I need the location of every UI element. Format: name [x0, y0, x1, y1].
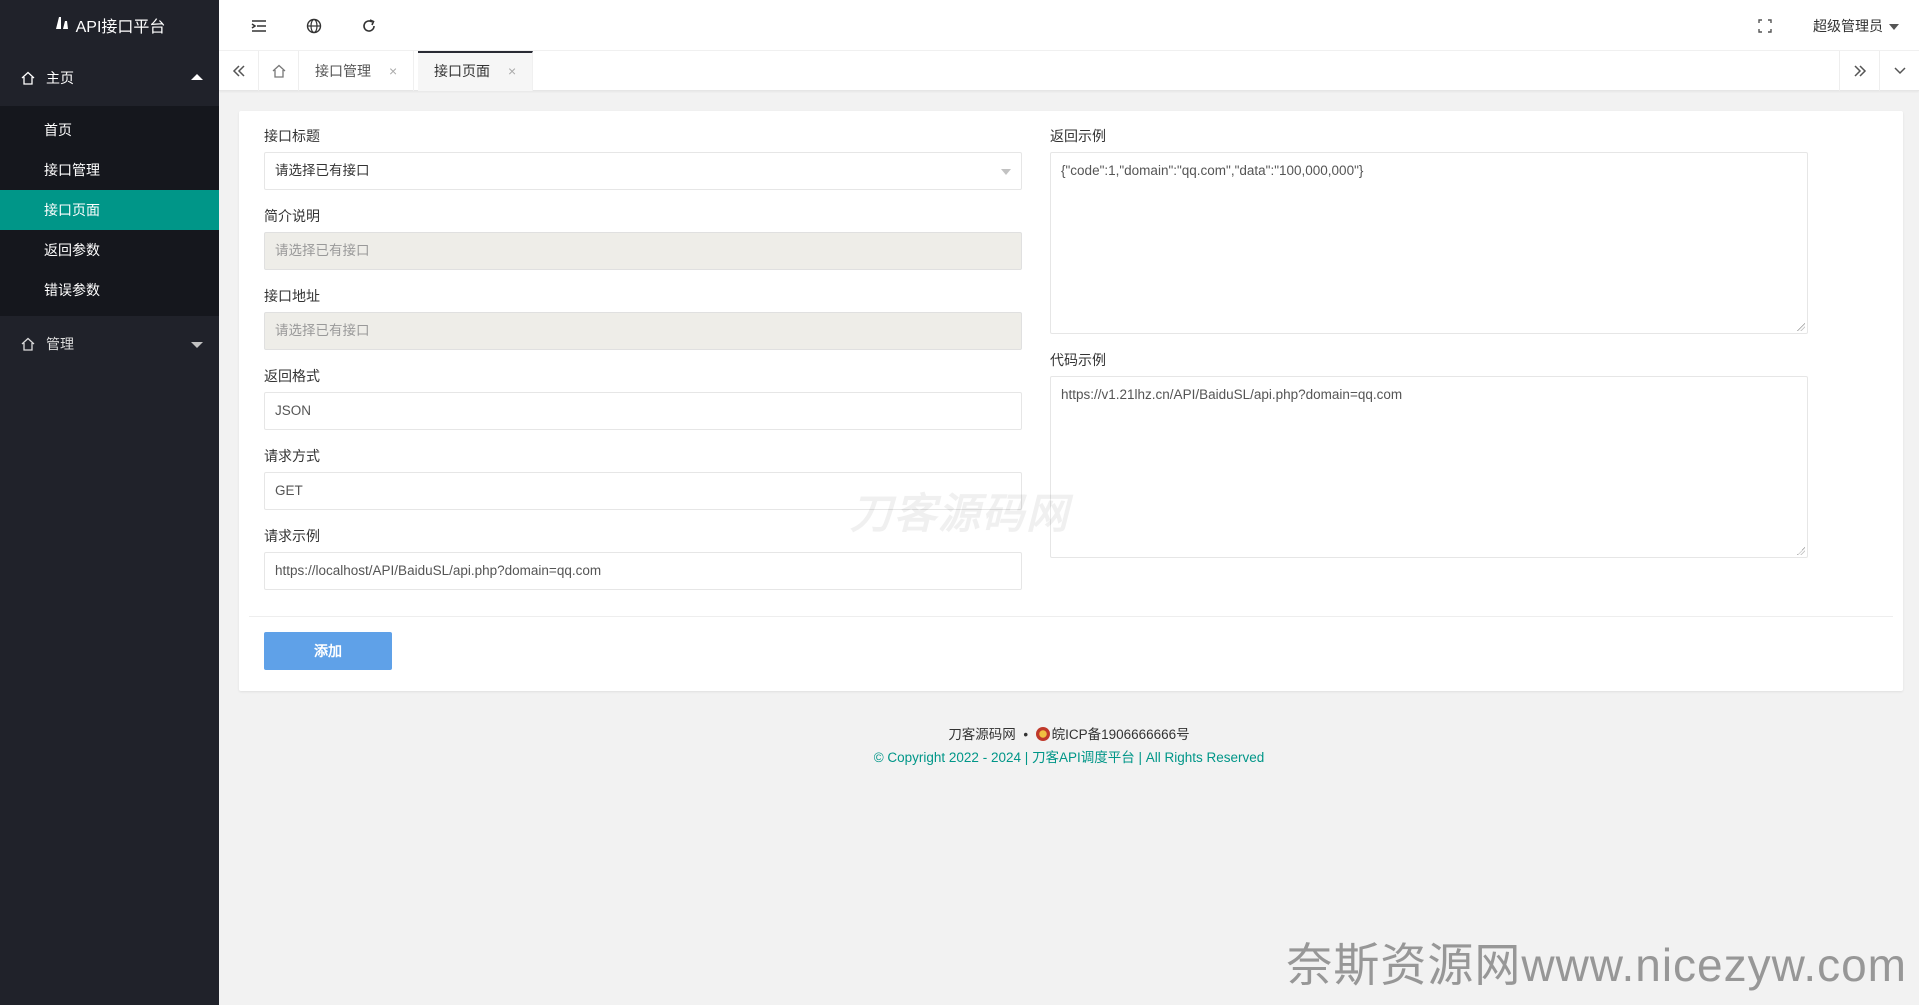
menu-fold-icon[interactable]	[250, 17, 268, 35]
footer-site-line: 刀客源码网 • 皖ICP备1906666666号	[219, 723, 1919, 743]
tab-label: 接口页面	[434, 63, 490, 79]
chevron-down-icon	[1893, 67, 1906, 75]
footer-copyright: © Copyright 2022 - 2024 | 刀客API调度平台 | Al…	[873, 750, 1265, 765]
intro-field: 请选择已有接口	[264, 232, 1022, 270]
caret-up-icon	[191, 74, 203, 80]
api-address-field: 请选择已有接口	[264, 312, 1022, 350]
caret-down-icon	[191, 341, 203, 348]
card-divider	[249, 616, 1893, 617]
sidebar-group-manage[interactable]: 管理	[0, 316, 219, 371]
double-chevron-left-icon	[232, 65, 245, 77]
sidebar-submenu: 首页 接口管理 接口页面 返回参数 错误参数	[0, 106, 219, 316]
sidebar-item-error-params[interactable]: 错误参数	[0, 270, 219, 310]
code-example-label: 代码示例	[1050, 352, 1106, 368]
return-example-textarea[interactable]: {"code":1,"domain":"qq.com","data":"100,…	[1050, 152, 1808, 334]
tabs-scroll-right-button[interactable]	[1839, 51, 1879, 91]
api-title-select-value: 请选择已有接口	[275, 163, 370, 178]
code-example-textarea[interactable]: https://v1.21lhz.cn/API/BaiduSL/api.php?…	[1050, 376, 1808, 558]
resize-handle-icon[interactable]	[1797, 547, 1805, 555]
tab-home[interactable]	[259, 51, 299, 91]
api-address-label: 接口地址	[264, 288, 320, 304]
request-method-label: 请求方式	[264, 448, 320, 464]
chevron-down-icon	[1001, 169, 1011, 175]
form-card: 接口标题 请选择已有接口 简介说明 请选择已有接口 接口地址 请选择已有接口 返…	[239, 111, 1903, 691]
refresh-icon[interactable]	[360, 17, 378, 35]
home-icon	[21, 337, 35, 351]
sidebar-item-home[interactable]: 首页	[0, 110, 219, 150]
footer-site-name[interactable]: 刀客源码网	[948, 727, 1016, 742]
api-title-label: 接口标题	[264, 128, 320, 144]
return-format-input[interactable]: JSON	[264, 392, 1022, 430]
sidebar-item-api-page[interactable]: 接口页面	[0, 190, 219, 230]
sidebar-group-label: 管理	[46, 335, 74, 352]
intro-label: 简介说明	[264, 208, 320, 224]
tabs-bar: 接口管理 × 接口页面 ×	[219, 51, 1919, 91]
sidebar-group-label: 主页	[46, 70, 74, 86]
footer-icp[interactable]: 皖ICP备1906666666号	[1052, 727, 1190, 742]
beian-badge-icon	[1035, 727, 1050, 741]
tabs-scroll-left-button[interactable]	[219, 51, 259, 91]
request-example-input[interactable]: https://localhost/API/BaiduSL/api.php?do…	[264, 552, 1022, 590]
chevron-down-icon[interactable]	[1889, 23, 1899, 30]
close-icon[interactable]: ×	[508, 63, 516, 79]
watermark-center: 刀客源码网	[850, 490, 1071, 537]
top-header: 超级管理员	[219, 0, 1919, 51]
add-button[interactable]: 添加	[264, 632, 392, 670]
watermark-corner: 奈斯资源网www.nicezyw.com	[1286, 939, 1907, 991]
user-name[interactable]: 超级管理员	[1813, 16, 1883, 36]
return-format-label: 返回格式	[264, 368, 320, 384]
home-icon	[21, 71, 35, 85]
double-chevron-right-icon	[1853, 65, 1866, 77]
sidebar-group-home[interactable]: 主页	[0, 50, 219, 106]
sidebar-item-return-params[interactable]: 返回参数	[0, 230, 219, 270]
tabs-menu-button[interactable]	[1879, 51, 1919, 91]
request-example-label: 请求示例	[264, 528, 320, 544]
sidebar: API接口平台 主页 首页 接口管理 接口页面 返回参数 错误参数 管理	[0, 0, 219, 1005]
api-title-select[interactable]: 请选择已有接口	[264, 152, 1022, 190]
tab-label: 接口管理	[315, 63, 371, 79]
fullscreen-icon[interactable]	[1757, 18, 1773, 34]
globe-icon[interactable]	[305, 17, 323, 35]
logo-icon	[54, 15, 70, 36]
close-icon[interactable]: ×	[389, 63, 397, 79]
code-example-text: https://v1.21lhz.cn/API/BaiduSL/api.php?…	[1061, 387, 1403, 402]
footer-separator: •	[1023, 727, 1029, 742]
tab-api-manage[interactable]: 接口管理 ×	[299, 51, 415, 91]
app-logo[interactable]: API接口平台	[0, 0, 219, 50]
return-example-label: 返回示例	[1050, 128, 1106, 144]
resize-handle-icon[interactable]	[1797, 323, 1805, 331]
return-example-text: {"code":1,"domain":"qq.com","data":"100,…	[1061, 163, 1364, 178]
home-icon	[272, 64, 285, 78]
sidebar-item-api-manage[interactable]: 接口管理	[0, 150, 219, 190]
tab-api-page[interactable]: 接口页面 ×	[418, 51, 534, 91]
app-title: API接口平台	[75, 19, 166, 36]
